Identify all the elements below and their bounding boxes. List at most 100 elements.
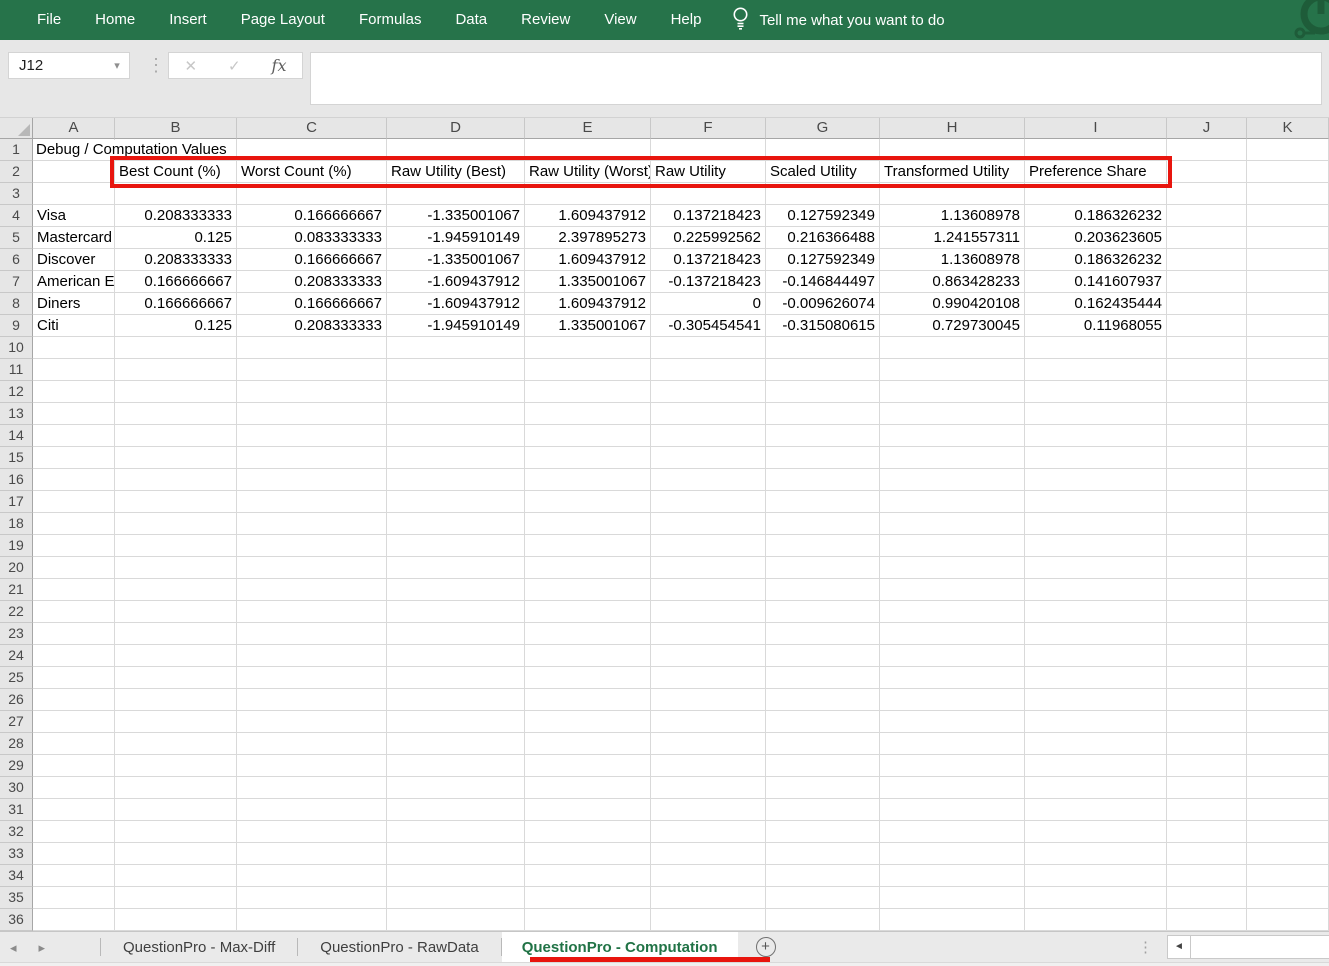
cell-E32[interactable] [525, 821, 651, 843]
cell-C20[interactable] [237, 557, 387, 579]
cell-D26[interactable] [387, 689, 525, 711]
cell-K28[interactable] [1247, 733, 1329, 755]
cell-B31[interactable] [115, 799, 237, 821]
cell-I7[interactable]: 0.141607937 [1025, 271, 1167, 293]
cell-E9[interactable]: 1.335001067 [525, 315, 651, 337]
cell-K7[interactable] [1247, 271, 1329, 293]
cell-E7[interactable]: 1.335001067 [525, 271, 651, 293]
cell-A29[interactable] [33, 755, 115, 777]
cell-B26[interactable] [115, 689, 237, 711]
cell-G33[interactable] [766, 843, 880, 865]
cell-H5[interactable]: 1.241557311 [880, 227, 1025, 249]
cell-E5[interactable]: 2.397895273 [525, 227, 651, 249]
cell-H13[interactable] [880, 403, 1025, 425]
cell-C12[interactable] [237, 381, 387, 403]
cell-K3[interactable] [1247, 183, 1329, 205]
cell-H1[interactable] [880, 139, 1025, 161]
cell-H36[interactable] [880, 909, 1025, 931]
cell-D12[interactable] [387, 381, 525, 403]
cell-A23[interactable] [33, 623, 115, 645]
cell-B28[interactable] [115, 733, 237, 755]
select-all-corner[interactable] [0, 118, 33, 139]
cell-G2[interactable]: Scaled Utility [766, 161, 880, 183]
cell-C1[interactable] [237, 139, 387, 161]
ribbon-tab-help[interactable]: Help [654, 0, 719, 40]
cell-I34[interactable] [1025, 865, 1167, 887]
row-header-13[interactable]: 13 [0, 403, 33, 425]
cell-F7[interactable]: -0.137218423 [651, 271, 766, 293]
cell-K8[interactable] [1247, 293, 1329, 315]
cell-A21[interactable] [33, 579, 115, 601]
cell-B36[interactable] [115, 909, 237, 931]
name-box-dropdown-icon[interactable]: ▾ [105, 59, 129, 72]
cell-K29[interactable] [1247, 755, 1329, 777]
row-header-14[interactable]: 14 [0, 425, 33, 447]
cell-C18[interactable] [237, 513, 387, 535]
cell-K25[interactable] [1247, 667, 1329, 689]
cell-F36[interactable] [651, 909, 766, 931]
cell-D19[interactable] [387, 535, 525, 557]
cell-J8[interactable] [1167, 293, 1247, 315]
cell-F19[interactable] [651, 535, 766, 557]
cell-E20[interactable] [525, 557, 651, 579]
row-header-15[interactable]: 15 [0, 447, 33, 469]
cell-J4[interactable] [1167, 205, 1247, 227]
cell-K23[interactable] [1247, 623, 1329, 645]
enter-icon[interactable]: ✓ [228, 57, 241, 75]
cell-J24[interactable] [1167, 645, 1247, 667]
cell-J6[interactable] [1167, 249, 1247, 271]
cell-C24[interactable] [237, 645, 387, 667]
cell-B27[interactable] [115, 711, 237, 733]
cell-C2[interactable]: Worst Count (%) [237, 161, 387, 183]
cell-G32[interactable] [766, 821, 880, 843]
cell-I33[interactable] [1025, 843, 1167, 865]
cell-F11[interactable] [651, 359, 766, 381]
cell-A10[interactable] [33, 337, 115, 359]
cell-I12[interactable] [1025, 381, 1167, 403]
cell-B10[interactable] [115, 337, 237, 359]
cell-J19[interactable] [1167, 535, 1247, 557]
cell-I3[interactable] [1025, 183, 1167, 205]
cell-H12[interactable] [880, 381, 1025, 403]
cell-K14[interactable] [1247, 425, 1329, 447]
cell-H21[interactable] [880, 579, 1025, 601]
cell-C17[interactable] [237, 491, 387, 513]
cell-J12[interactable] [1167, 381, 1247, 403]
cell-I9[interactable]: 0.11968055 [1025, 315, 1167, 337]
cell-H8[interactable]: 0.990420108 [880, 293, 1025, 315]
cell-C27[interactable] [237, 711, 387, 733]
cell-K19[interactable] [1247, 535, 1329, 557]
column-header-G[interactable]: G [766, 118, 880, 139]
cell-D4[interactable]: -1.335001067 [387, 205, 525, 227]
row-header-5[interactable]: 5 [0, 227, 33, 249]
cell-J10[interactable] [1167, 337, 1247, 359]
insert-function-icon[interactable]: fx [272, 56, 287, 75]
cell-E11[interactable] [525, 359, 651, 381]
cell-D32[interactable] [387, 821, 525, 843]
cell-I17[interactable] [1025, 491, 1167, 513]
row-header-20[interactable]: 20 [0, 557, 33, 579]
cancel-icon[interactable]: ✕ [184, 57, 197, 75]
cell-G16[interactable] [766, 469, 880, 491]
row-header-24[interactable]: 24 [0, 645, 33, 667]
cell-A34[interactable] [33, 865, 115, 887]
row-header-31[interactable]: 31 [0, 799, 33, 821]
cell-H31[interactable] [880, 799, 1025, 821]
cell-E22[interactable] [525, 601, 651, 623]
cell-G1[interactable] [766, 139, 880, 161]
cell-F5[interactable]: 0.225992562 [651, 227, 766, 249]
cell-E16[interactable] [525, 469, 651, 491]
cell-F35[interactable] [651, 887, 766, 909]
cell-F9[interactable]: -0.305454541 [651, 315, 766, 337]
cell-A31[interactable] [33, 799, 115, 821]
sheet-tab-questionpro-computation[interactable]: QuestionPro - Computation [502, 932, 738, 962]
cell-C13[interactable] [237, 403, 387, 425]
cell-K21[interactable] [1247, 579, 1329, 601]
cell-F20[interactable] [651, 557, 766, 579]
cell-C23[interactable] [237, 623, 387, 645]
cell-J22[interactable] [1167, 601, 1247, 623]
cell-E17[interactable] [525, 491, 651, 513]
cell-G36[interactable] [766, 909, 880, 931]
cell-A25[interactable] [33, 667, 115, 689]
cell-A30[interactable] [33, 777, 115, 799]
